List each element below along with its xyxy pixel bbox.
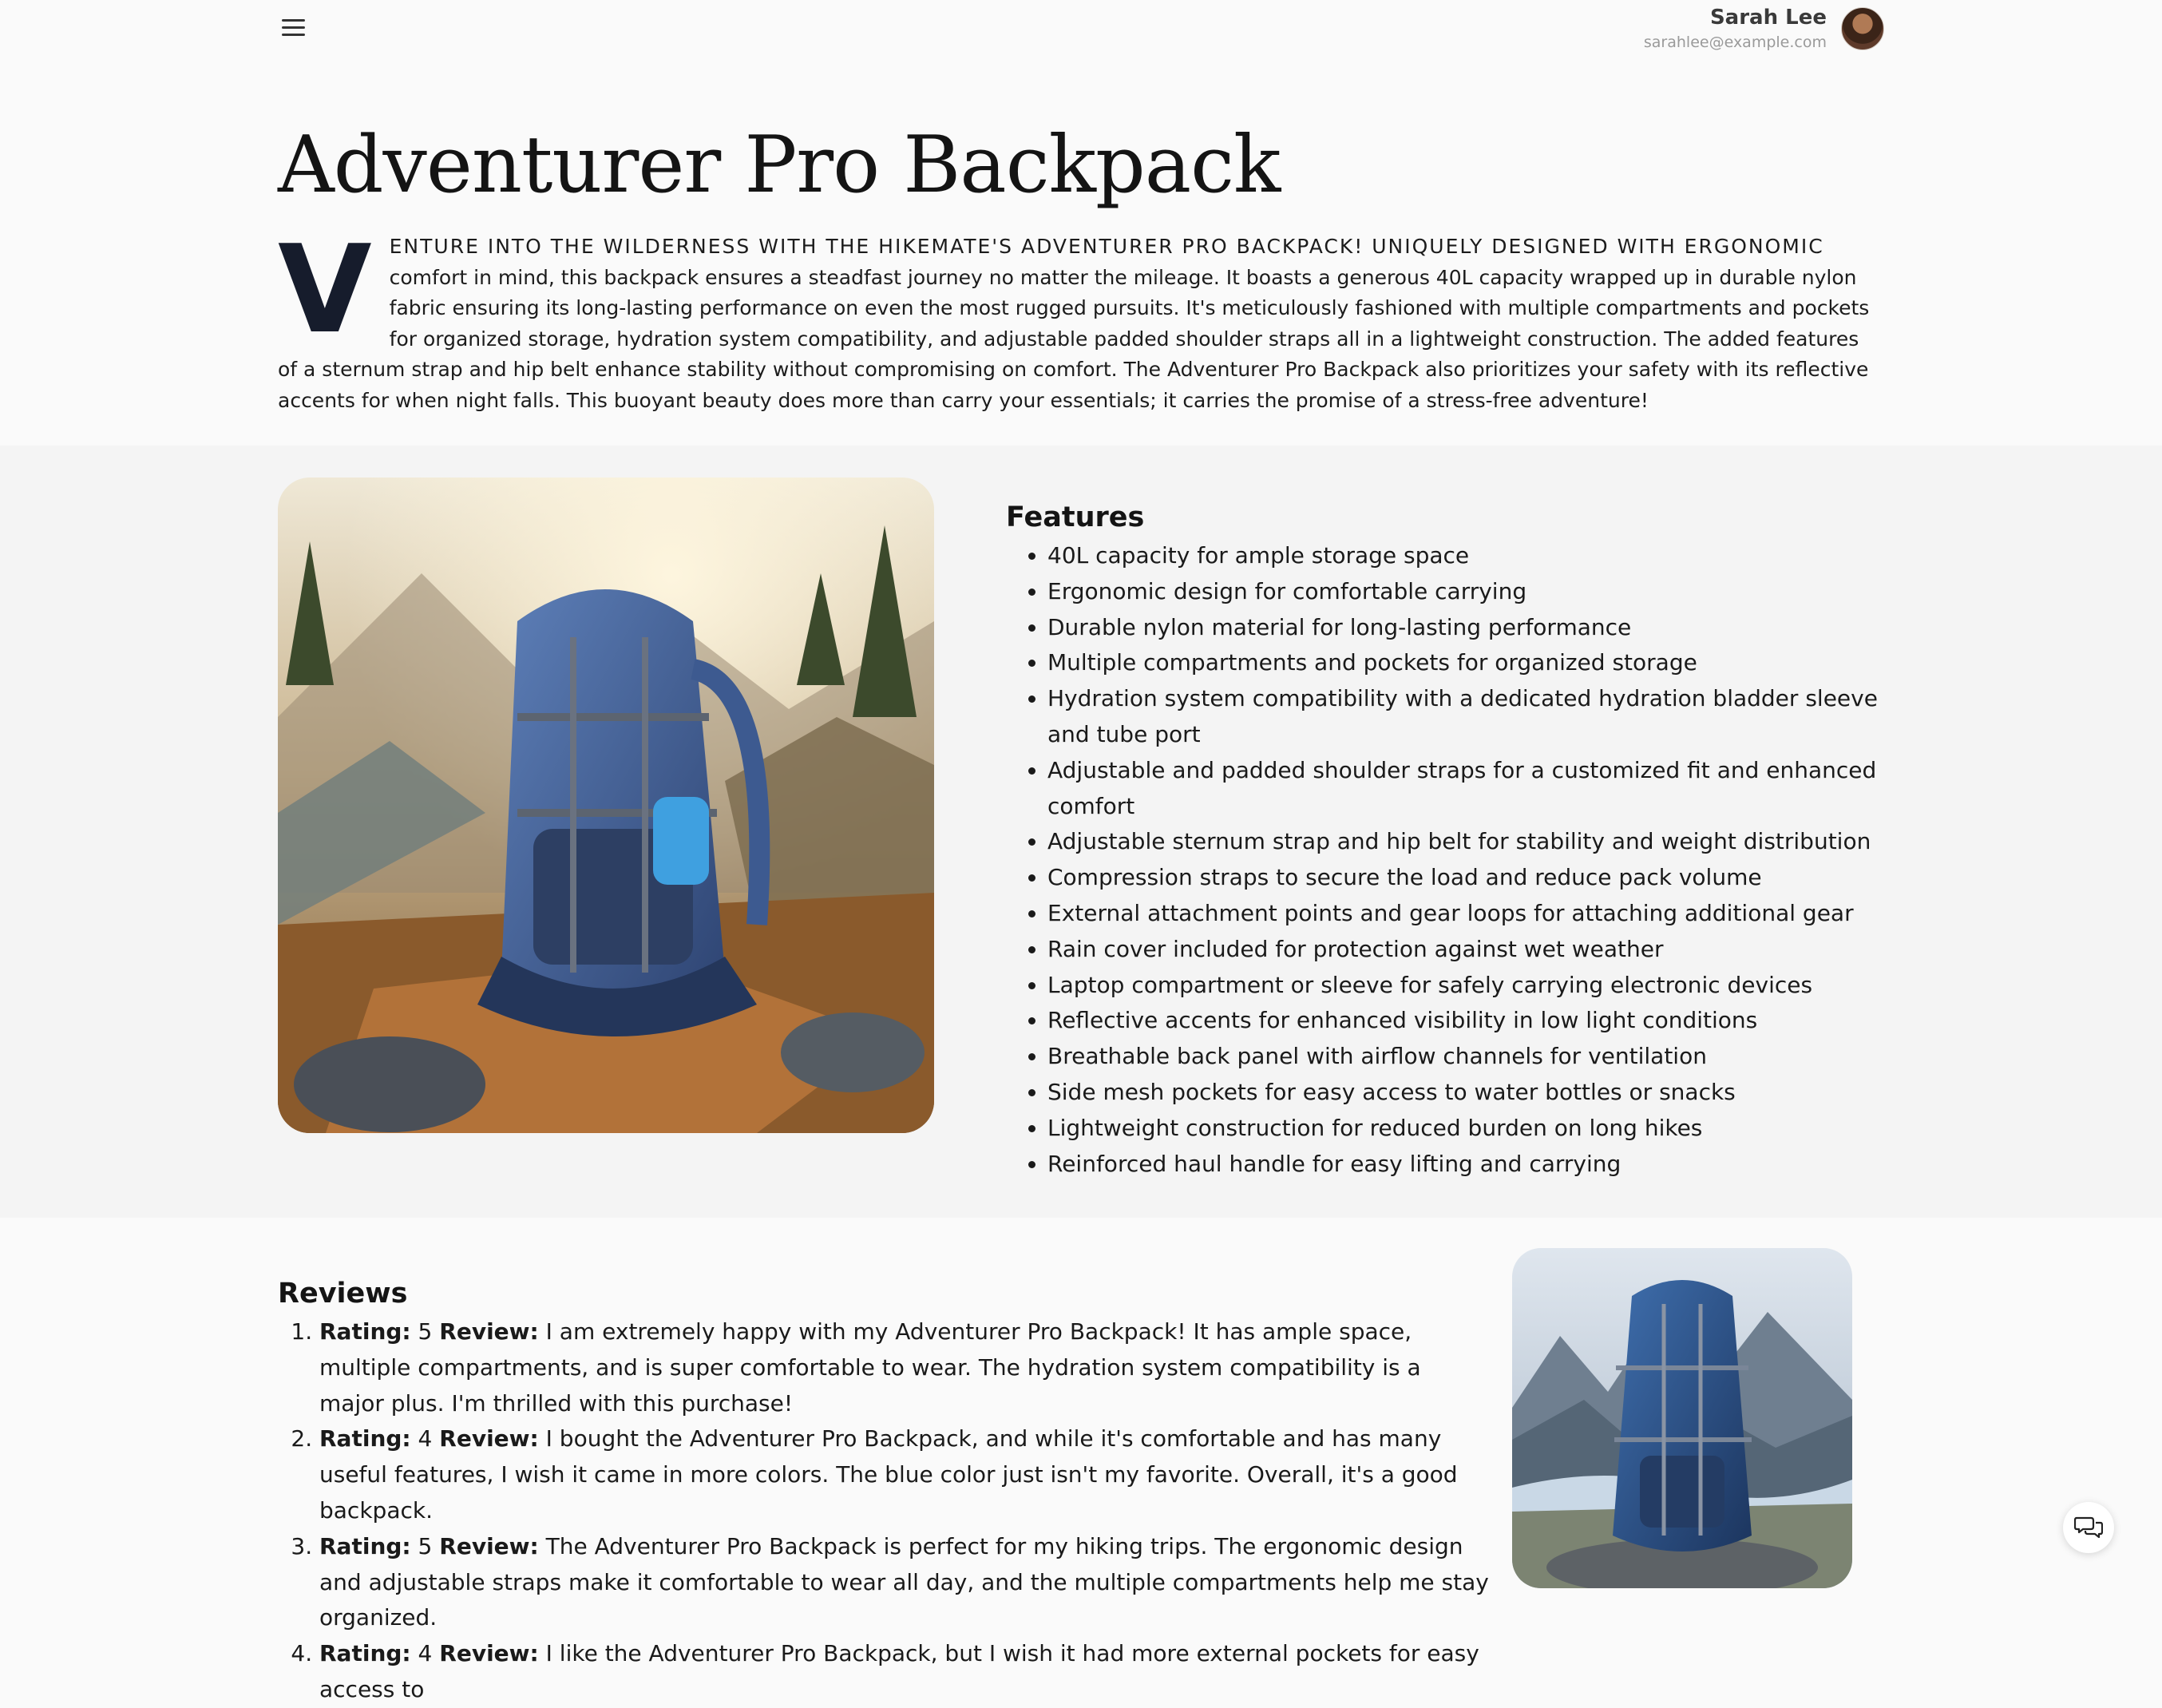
feature-item: Ergonomic design for comfortable carryin… — [1047, 574, 1884, 610]
review-item: Rating: 4 Review: I like the Adventurer … — [319, 1636, 1491, 1708]
feature-item: Breathable back panel with airflow chann… — [1047, 1039, 1884, 1075]
features-list: 40L capacity for ample storage space Erg… — [1006, 538, 1884, 1182]
page-title: Adventurer Pro Backpack — [278, 120, 1281, 211]
review-rating: 5 — [418, 1532, 433, 1559]
rating-label: Rating: — [319, 1318, 411, 1345]
rating-label: Rating: — [319, 1532, 411, 1559]
rating-label: Rating: — [319, 1425, 411, 1452]
top-bar: Sarah Lee sarahlee@example.com — [0, 0, 2162, 64]
features-heading: Features — [1006, 501, 1145, 533]
feature-item: Adjustable and padded shoulder straps fo… — [1047, 753, 1884, 825]
feature-item: External attachment points and gear loop… — [1047, 896, 1884, 932]
chat-bubbles-icon — [2074, 1516, 2103, 1539]
description-body: comfort in mind, this backpack ensures a… — [278, 265, 1870, 412]
rating-label: Rating: — [319, 1640, 411, 1667]
user-name: Sarah Lee — [1709, 6, 1827, 30]
features-panel: Features 40L capacity for ample storage … — [1006, 501, 1884, 1182]
review-rating: 5 — [418, 1318, 433, 1345]
backpack-hero-image — [278, 478, 934, 1133]
review-label: Review: — [439, 1532, 539, 1559]
feature-item: Reinforced haul handle for easy lifting … — [1047, 1147, 1884, 1183]
review-item: Rating: 5 Review: The Adventurer Pro Bac… — [319, 1529, 1491, 1636]
user-email: sarahlee@example.com — [1643, 34, 1827, 52]
review-label: Review: — [439, 1425, 539, 1452]
feature-item: Side mesh pockets for easy access to wat… — [1047, 1075, 1884, 1111]
feature-item: Compression straps to secure the load an… — [1047, 860, 1884, 896]
user-profile[interactable]: Sarah Lee sarahlee@example.com — [1644, 5, 1884, 53]
avatar[interactable] — [1841, 7, 1884, 50]
reviews-section: Reviews Rating: 5 Review: I am extremely… — [278, 1278, 1491, 1708]
feature-item: Rain cover included for protection again… — [1047, 932, 1884, 968]
feature-item: 40L capacity for ample storage space — [1047, 538, 1884, 574]
feature-item: Hydration system compatibility with a de… — [1047, 681, 1884, 753]
user-info: Sarah Lee sarahlee@example.com — [1644, 6, 1827, 52]
review-rating: 4 — [418, 1640, 433, 1667]
feature-item: Reflective accents for enhanced visibili… — [1047, 1003, 1884, 1039]
product-description: V enture into the wilderness with the Hi… — [278, 219, 1875, 416]
review-item: Rating: 4 Review: I bought the Adventure… — [319, 1421, 1491, 1528]
features-section: Features 40L capacity for ample storage … — [0, 446, 2162, 1218]
review-rating: 4 — [418, 1425, 433, 1452]
review-label: Review: — [439, 1640, 539, 1667]
hamburger-menu-icon[interactable] — [279, 14, 308, 40]
feature-item: Adjustable sternum strap and hip belt fo… — [1047, 824, 1884, 860]
feature-item: Durable nylon material for long-lasting … — [1047, 610, 1884, 646]
feature-item: Lightweight construction for reduced bur… — [1047, 1111, 1884, 1147]
backpack-mountain-image — [1512, 1248, 1852, 1588]
description-lead: enture into the wilderness with the Hike… — [389, 235, 1824, 258]
feature-item: Multiple compartments and pockets for or… — [1047, 645, 1884, 681]
feature-item: Laptop compartment or sleeve for safely … — [1047, 968, 1884, 1004]
review-label: Review: — [439, 1318, 539, 1345]
chat-button[interactable] — [2063, 1502, 2114, 1553]
drop-cap: V — [278, 219, 372, 360]
review-item: Rating: 5 Review: I am extremely happy w… — [319, 1314, 1491, 1421]
reviews-heading: Reviews — [278, 1278, 408, 1310]
reviews-list: Rating: 5 Review: I am extremely happy w… — [278, 1314, 1491, 1708]
